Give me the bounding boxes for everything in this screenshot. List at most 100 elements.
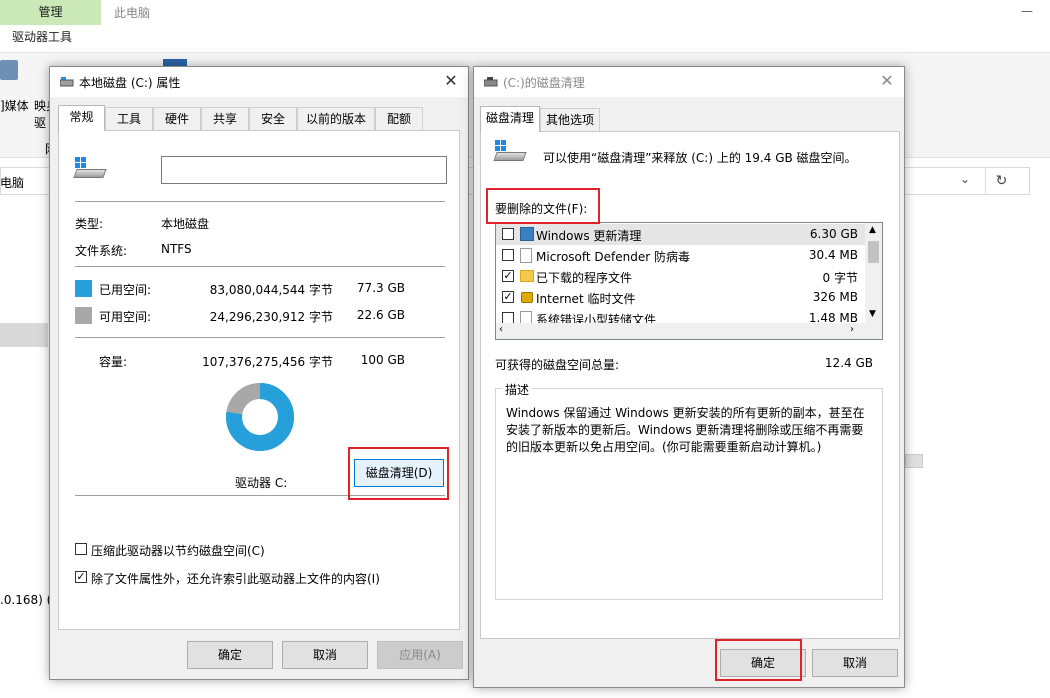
file-size: 30.4 MB (808, 248, 858, 262)
total-space-value: 12.4 GB (824, 356, 873, 370)
fs-value: NTFS (161, 242, 192, 256)
free-bytes: 24,296,230,912 字节 (209, 310, 333, 324)
tab-tools[interactable]: 工具 (105, 107, 153, 131)
capacity-gb: 100 GB (360, 353, 405, 367)
nav-selected-item[interactable] (0, 323, 48, 347)
address-text: 电脑 (0, 176, 25, 190)
titlebar: 本地磁盘 (C:) 属性 ✕ (50, 67, 468, 97)
windows-update-icon (520, 227, 534, 241)
properties-dialog: 本地磁盘 (C:) 属性 ✕ 常规 工具 硬件 共享 安全 以前的版本 配额 类… (49, 66, 469, 680)
index-label[interactable]: 除了文件属性外，还允许索引此驱动器上文件的内容(I) (91, 570, 380, 587)
capacity-label: 容量: (99, 355, 128, 369)
cleanup-tabs: 磁盘清理 其他选项 (480, 106, 680, 132)
used-label: 已用空间: (99, 283, 152, 297)
file-size: 326 MB (812, 290, 858, 304)
tab-previous-versions[interactable]: 以前的版本 (297, 107, 375, 131)
file-size: 0 字节 (822, 271, 858, 285)
capacity-bytes: 107,376,275,456 字节 (202, 355, 333, 369)
divider (75, 337, 445, 338)
file-name: Microsoft Defender 防病毒 (536, 250, 691, 264)
lock-icon (521, 292, 533, 303)
scroll-left-icon[interactable]: ‹ (499, 324, 503, 335)
fs-label: 文件系统: (75, 244, 128, 258)
used-gb: 77.3 GB (356, 281, 405, 295)
refresh-icon[interactable]: ↻ (985, 168, 1017, 194)
apply-button[interactable]: 应用(A) (377, 641, 463, 669)
list-item[interactable]: Microsoft Defender 防病毒 30.4 MB (496, 245, 866, 266)
divider (75, 266, 445, 267)
highlight-disk-cleanup (348, 447, 449, 500)
properties-tabs: 常规 工具 硬件 共享 安全 以前的版本 配额 (58, 105, 458, 131)
compress-label[interactable]: 压缩此驱动器以节约磁盘空间(C) (91, 542, 265, 559)
tab-drive-tools[interactable]: 驱动器工具 (12, 28, 72, 45)
description-group: 描述 Windows 保留通过 Windows 更新安装的所有更新的副本，甚至在… (495, 381, 883, 600)
cleanup-icon (483, 76, 498, 87)
drive-icon (59, 76, 74, 87)
tab-manage[interactable]: 管理 (0, 0, 101, 25)
minimize-button[interactable]: — (1021, 4, 1033, 18)
folder-icon (520, 270, 534, 282)
tab-hardware[interactable]: 硬件 (153, 107, 201, 131)
tab-security[interactable]: 安全 (249, 107, 297, 131)
general-panel: 类型: 本地磁盘 文件系统: NTFS 已用空间: 83,080,044,544… (58, 130, 460, 630)
free-gb: 22.6 GB (356, 308, 405, 322)
tab-general[interactable]: 常规 (58, 105, 105, 131)
usage-donut-chart (226, 383, 294, 451)
file-checkbox[interactable] (502, 249, 514, 261)
tab-quota[interactable]: 配额 (375, 107, 423, 131)
total-space-label: 可获得的磁盘空间总量: (495, 358, 620, 372)
list-item[interactable]: Windows 更新清理 6.30 GB (496, 224, 866, 245)
tab-sharing[interactable]: 共享 (201, 107, 249, 131)
close-icon[interactable]: ✕ (876, 71, 898, 91)
file-icon (520, 248, 532, 263)
horizontal-scrollbar[interactable]: ‹ › (496, 323, 882, 339)
list-item[interactable]: ✓ Internet 临时文件 326 MB (496, 287, 866, 308)
media-icon[interactable] (0, 60, 18, 80)
type-label: 类型: (75, 217, 104, 231)
file-list[interactable]: Windows 更新清理 6.30 GB Microsoft Defender … (495, 222, 883, 340)
ribbon-map-label-2[interactable]: 驱 (34, 114, 46, 131)
type-value: 本地磁盘 (161, 217, 210, 231)
file-name: Internet 临时文件 (536, 292, 636, 306)
free-color-swatch (75, 307, 92, 324)
tab-disk-cleanup[interactable]: 磁盘清理 (480, 106, 540, 132)
description-label: 描述 (502, 381, 533, 398)
index-checkbox[interactable]: ✓ (75, 571, 87, 583)
compress-checkbox[interactable] (75, 543, 87, 555)
chevron-down-icon[interactable]: ⌄ (960, 172, 970, 186)
cancel-button[interactable]: 取消 (812, 649, 898, 677)
free-label: 可用空间: (99, 310, 152, 324)
ribbon-tabs: 管理 驱动器工具 此电脑 — (0, 0, 1050, 52)
highlight-ok-button (715, 639, 802, 681)
ribbon-media-label[interactable]: ]媒体 (0, 97, 29, 114)
divider (75, 201, 445, 202)
tab-more-options[interactable]: 其他选项 (540, 108, 600, 132)
dialog-title: 本地磁盘 (C:) 属性 (79, 76, 181, 90)
file-size: 6.30 GB (809, 227, 858, 241)
vertical-scrollbar[interactable]: ▲ ▼ (865, 223, 882, 323)
file-checkbox[interactable]: ✓ (502, 270, 514, 282)
highlight-files-to-delete (486, 188, 600, 224)
description-text: Windows 保留通过 Windows 更新安装的所有更新的副本，甚至在安装了… (506, 406, 865, 454)
file-name: 已下载的程序文件 (536, 271, 633, 285)
titlebar: (C:)的磁盘清理 ✕ (474, 67, 904, 97)
drive-usage-bar (905, 454, 923, 468)
used-bytes: 83,080,044,544 字节 (209, 283, 333, 297)
file-checkbox[interactable] (502, 228, 514, 240)
cancel-button[interactable]: 取消 (282, 641, 368, 669)
ok-button[interactable]: 确定 (187, 641, 273, 669)
window-title-thispc: 此电脑 (114, 6, 151, 20)
scroll-down-icon[interactable]: ▼ (869, 309, 876, 319)
scroll-thumb[interactable] (868, 241, 879, 263)
dialog-title: (C:)的磁盘清理 (503, 76, 585, 90)
file-checkbox[interactable]: ✓ (502, 291, 514, 303)
scroll-right-icon[interactable]: › (850, 324, 854, 335)
cleanup-header-text: 可以使用“磁盘清理”来释放 (C:) 上的 19.4 GB 磁盘空间。 (543, 151, 857, 165)
disk-cleanup-dialog: (C:)的磁盘清理 ✕ 磁盘清理 其他选项 可以使用“磁盘清理”来释放 (C:)… (473, 66, 905, 688)
used-color-swatch (75, 280, 92, 297)
close-icon[interactable]: ✕ (440, 71, 462, 91)
drive-label: 驱动器 C: (235, 476, 288, 490)
list-item[interactable]: ✓ 已下载的程序文件 0 字节 (496, 266, 866, 287)
drive-name-input[interactable] (161, 156, 447, 184)
scroll-up-icon[interactable]: ▲ (869, 225, 876, 235)
